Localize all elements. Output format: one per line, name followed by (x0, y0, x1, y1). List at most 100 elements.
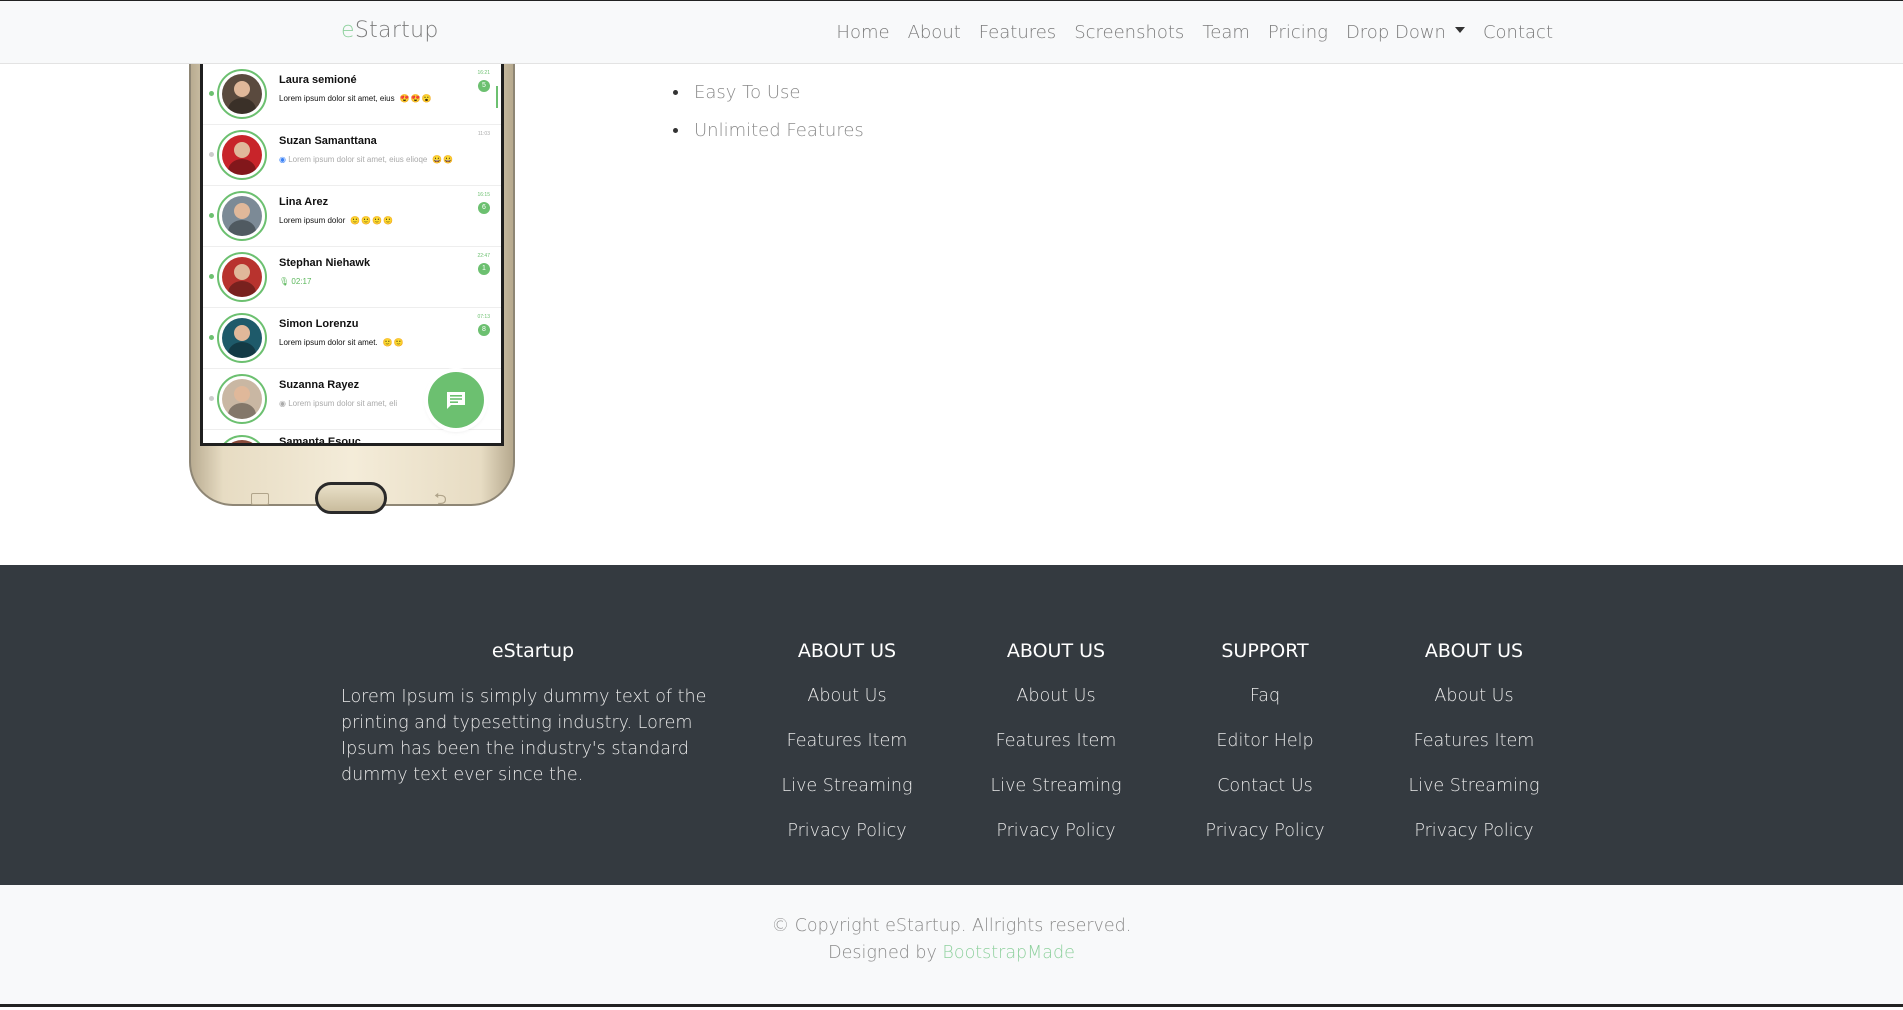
nav-dropdown[interactable]: Drop Down (1346, 22, 1465, 43)
scrollbar-thumb[interactable] (496, 86, 498, 108)
chat-time: 16:15 (477, 192, 490, 198)
nav-home[interactable]: Home (836, 22, 889, 43)
nav-features[interactable]: Features (979, 22, 1056, 43)
chat-message: Lorem ipsum dolor 🙂🙂🙂🙂 (279, 216, 394, 225)
avatar (217, 435, 267, 443)
chat-time: 16:21 (477, 70, 490, 76)
footer-link-live-streaming[interactable]: Live Streaming (1408, 776, 1539, 796)
eye-icon: ◉ (279, 399, 289, 408)
footer-link-features-item[interactable]: Features Item (787, 731, 908, 751)
copyright-text: © Copyright eStartup. Allrights reserved… (771, 916, 1132, 936)
chat-item[interactable]: Stephan Niehawk 🎙 02:17 22:47 1 (203, 247, 501, 308)
chat-item[interactable]: Lina Arez Lorem ipsum dolor 🙂🙂🙂🙂 16:15 6 (203, 186, 501, 247)
navbar: eStartup Home About Features Screenshots… (0, 0, 1903, 64)
bootstrapmade-link[interactable]: BootstrapMade (942, 943, 1074, 963)
nav-dropdown-label: Drop Down (1345, 21, 1446, 43)
home-button[interactable] (315, 482, 387, 514)
chat-item[interactable]: Simon Lorenzu Lorem ipsum dolor sit amet… (203, 308, 501, 369)
footer-link-faq[interactable]: Faq (1250, 686, 1280, 706)
offline-status-icon (209, 396, 214, 401)
footer-column-1: ABOUT US About Us Features Item Live Str… (747, 640, 947, 864)
offline-status-icon (209, 152, 214, 157)
features-list: Easy To Use Unlimited Features (690, 82, 864, 158)
footer-link-privacy-policy[interactable]: Privacy Policy (996, 821, 1115, 841)
back-icon[interactable]: ⮌ (434, 488, 447, 515)
footer-link-live-streaming[interactable]: Live Streaming (781, 776, 912, 796)
footer-link-features-item[interactable]: Features Item (996, 731, 1117, 751)
chat-name: Simon Lorenzu (279, 318, 359, 330)
footer-brand-title: eStartup (491, 640, 575, 662)
footer-link-live-streaming[interactable]: Live Streaming (990, 776, 1121, 796)
chat-message: 🎙 02:17 (279, 277, 311, 286)
chat-time: 22:47 (477, 253, 490, 259)
online-status-icon (209, 335, 214, 340)
avatar (217, 130, 267, 180)
unread-badge: 5 (478, 80, 490, 92)
phone-screen: Laura semioné Lorem ipsum dolor sit amet… (200, 64, 504, 446)
online-status-icon (209, 274, 214, 279)
footer-column-2: ABOUT US About Us Features Item Live Str… (956, 640, 1156, 864)
feature-text: Easy To Use (694, 82, 801, 103)
avatar (217, 252, 267, 302)
footer-column-title: SUPPORT (1221, 640, 1309, 662)
chat-message: Lorem ipsum dolor sit amet, eius 😍😍😮 (279, 94, 433, 103)
recent-apps-icon[interactable] (251, 493, 269, 505)
chat-message-text: Lorem ipsum dolor sit amet. (279, 338, 378, 347)
brand-text: Startup (354, 18, 439, 43)
caret-down-icon (1454, 27, 1465, 33)
brand-logo[interactable]: eStartup (341, 18, 439, 43)
footer-column-title: ABOUT US (1006, 640, 1106, 662)
chat-message-text: Lorem ipsum dolor sit amet, eli (288, 399, 398, 408)
avatar (217, 191, 267, 241)
chat-time: 11:03 (477, 131, 490, 137)
footer-link-about-us[interactable]: About Us (1016, 686, 1095, 706)
online-status-icon (209, 91, 214, 96)
copyright-bar: © Copyright eStartup. Allrights reserved… (0, 885, 1903, 1007)
avatar (217, 313, 267, 363)
nav-about[interactable]: About (908, 22, 961, 43)
chat-item[interactable]: Suzan Samanttana ◉ Lorem ipsum dolor sit… (203, 125, 501, 186)
footer-column-4: ABOUT US About Us Features Item Live Str… (1374, 640, 1574, 864)
microphone-icon: 🎙 (279, 277, 292, 286)
unread-badge: 1 (478, 263, 490, 275)
footer-about: eStartup Lorem Ipsum is simply dummy tex… (341, 640, 725, 788)
nav-pricing[interactable]: Pricing (1268, 22, 1328, 43)
footer-link-contact-us[interactable]: Contact Us (1217, 776, 1313, 796)
footer-column-support: SUPPORT Faq Editor Help Contact Us Priva… (1165, 640, 1365, 864)
nav-contact[interactable]: Contact (1483, 22, 1553, 43)
footer-link-privacy-policy[interactable]: Privacy Policy (1205, 821, 1324, 841)
chat-name: Samanta Esouc (279, 436, 361, 446)
main-nav: Home About Features Screenshots Team Pri… (836, 1, 1553, 63)
footer-link-about-us[interactable]: About Us (807, 686, 886, 706)
unread-badge: 6 (478, 202, 490, 214)
nav-screenshots[interactable]: Screenshots (1074, 22, 1184, 43)
credits-line: Designed by BootstrapMade (0, 940, 1903, 967)
footer: eStartup Lorem Ipsum is simply dummy tex… (0, 565, 1903, 885)
brand-accent-letter: e (341, 18, 355, 43)
chat-time: 07:13 (477, 314, 490, 320)
chat-item[interactable]: Laura semioné Lorem ipsum dolor sit amet… (203, 64, 501, 125)
nav-team[interactable]: Team (1202, 22, 1250, 43)
footer-column-title: ABOUT US (797, 640, 897, 662)
footer-link-editor-help[interactable]: Editor Help (1216, 731, 1313, 751)
emoji-icon: 🙂🙂 (382, 338, 405, 347)
footer-about-text: Lorem Ipsum is simply dummy text of the … (341, 687, 707, 785)
emoji-icon: 😍😍😮 (399, 94, 433, 103)
chat-message: Lorem ipsum dolor sit amet. 🙂🙂 (279, 338, 405, 347)
credits-prefix: Designed by (828, 943, 943, 963)
footer-link-features-item[interactable]: Features Item (1414, 731, 1535, 751)
footer-link-about-us[interactable]: About Us (1434, 686, 1513, 706)
feature-text: Unlimited Features (694, 120, 864, 141)
eye-icon: ◉ (279, 155, 289, 164)
chat-item[interactable]: Samanta Esouc (203, 430, 501, 446)
chat-message: ◉ Lorem ipsum dolor sit amet, eius elioq… (279, 155, 454, 164)
chat-bubble-icon (447, 392, 465, 409)
footer-link-privacy-policy[interactable]: Privacy Policy (787, 821, 906, 841)
emoji-icon: 😀😀 (432, 155, 455, 164)
footer-link-privacy-policy[interactable]: Privacy Policy (1414, 821, 1533, 841)
chat-message-text: Lorem ipsum dolor sit amet, eius (279, 94, 395, 103)
voice-duration: 02:17 (291, 277, 312, 286)
new-chat-button[interactable] (428, 372, 484, 428)
footer-column-title: ABOUT US (1424, 640, 1524, 662)
chat-message: ◉ Lorem ipsum dolor sit amet, eli (279, 399, 397, 408)
